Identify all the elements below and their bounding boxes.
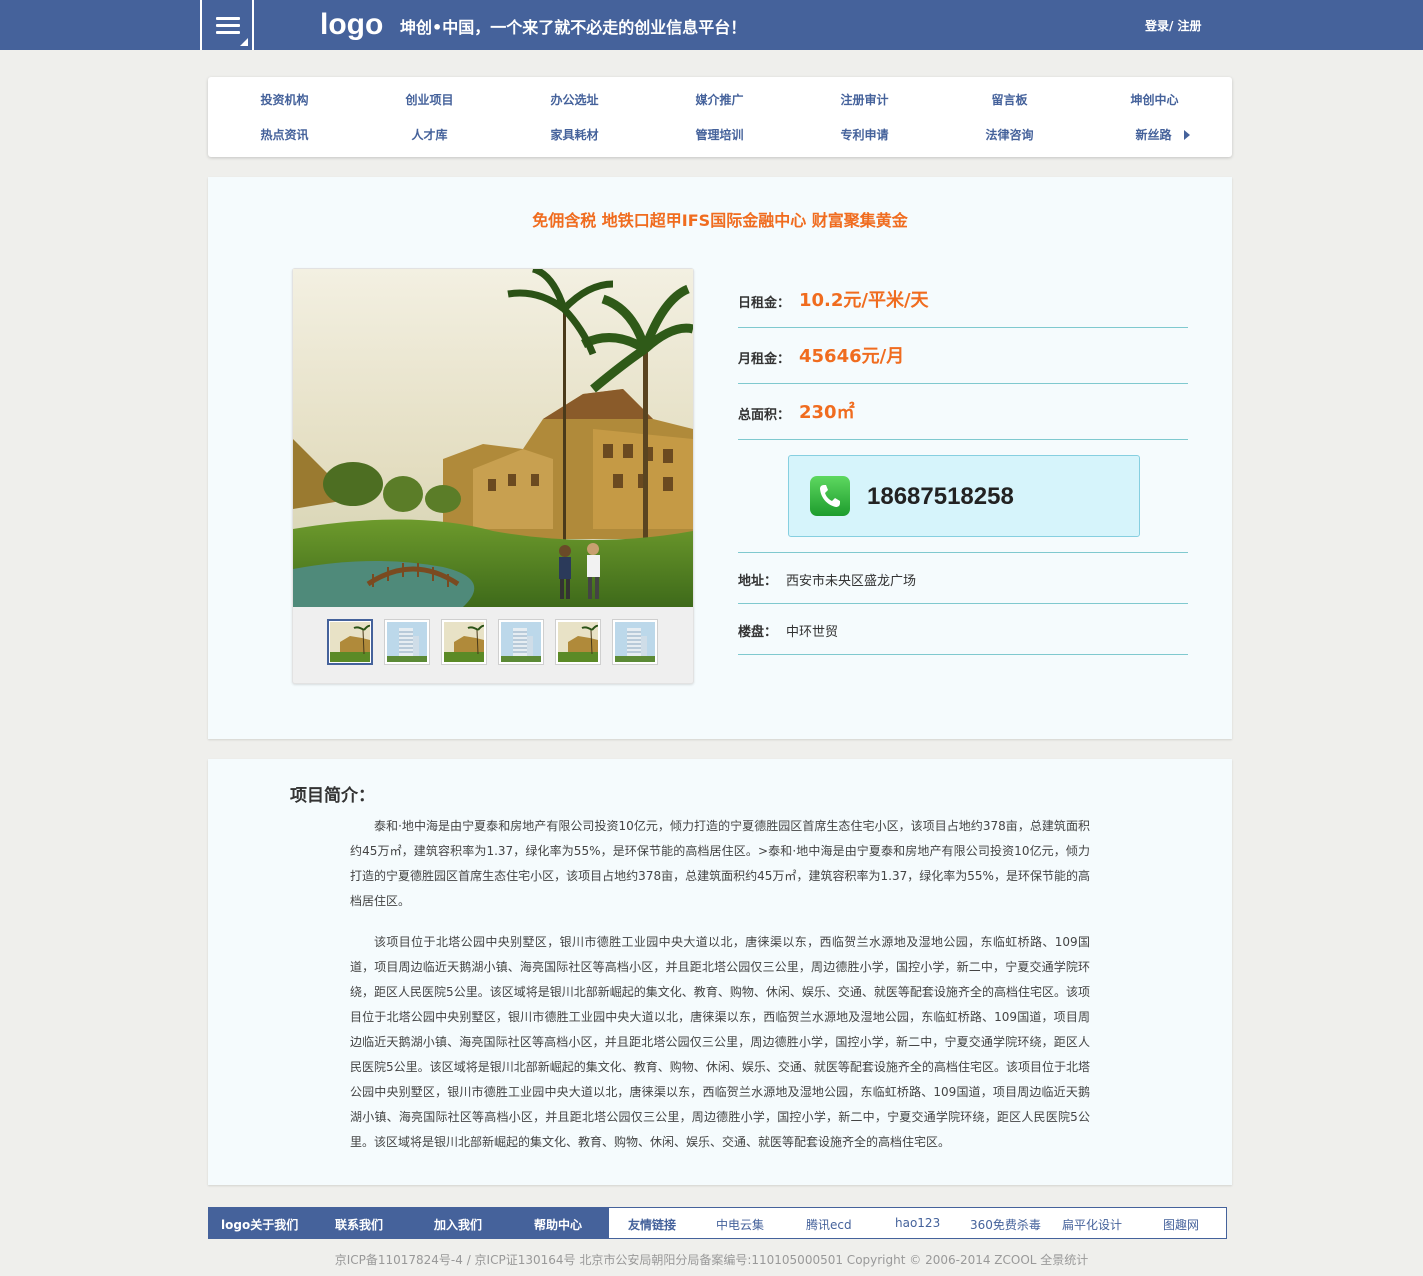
nav-item[interactable]: 热点资讯	[212, 126, 357, 143]
nav-item[interactable]: 管理培训	[647, 126, 792, 143]
menu-button[interactable]	[200, 0, 254, 50]
listing-title: 免佣含税 地铁口超甲IFS国际金融中心 财富聚集黄金	[532, 211, 908, 230]
address-value: 西安市未央区盛龙广场	[786, 574, 917, 589]
intro-paragraph: 该项目位于北塔公园中央别墅区，银川市德胜工业园中央大道以北，唐徕渠以东，西临贺兰…	[350, 935, 1090, 1149]
footer-about-link[interactable]: logo关于我们	[221, 1216, 298, 1233]
friend-link[interactable]: hao123	[895, 1216, 940, 1230]
nav-item-more[interactable]: 新丝路	[1090, 126, 1235, 143]
thumbnail-tower[interactable]	[612, 619, 658, 665]
thumbnail-villa[interactable]	[441, 619, 487, 665]
project-intro-panel: 项目简介： 泰和·地中海是由宁夏泰和房地产有限公司投资10亿元，倾力打造的宁夏德…	[208, 759, 1232, 1185]
copyright-text: 京ICP备11017824号-4 / 京ICP证130164号 北京市公安局朝阳…	[334, 1253, 1089, 1267]
thumbnail-villa[interactable]	[327, 619, 373, 665]
area-row: 总面积： 230㎡	[738, 384, 1188, 440]
nav-item[interactable]: 留言板	[937, 91, 1082, 108]
nav-item[interactable]: 专利申请	[792, 126, 937, 143]
friend-links-label: 友情链接	[628, 1218, 677, 1232]
area-label: 总面积：	[738, 408, 791, 423]
building-row: 楼盘： 中环世贸	[738, 604, 1188, 655]
top-header: logo 坤创•中国，一个来了就不必走的创业信息平台！ 登录/ 注册	[0, 0, 1423, 50]
nav-item[interactable]: 媒介推广	[647, 91, 792, 108]
nav-item[interactable]: 人才库	[357, 126, 502, 143]
nav-item[interactable]: 坤创中心	[1082, 91, 1227, 108]
address-label: 地址：	[738, 574, 778, 589]
thumbnail-tower[interactable]	[498, 619, 544, 665]
site-logo[interactable]: logo	[320, 8, 383, 42]
image-gallery	[292, 268, 694, 684]
login-register-link[interactable]: 登录/ 注册	[1145, 17, 1202, 34]
intro-title: 项目简介：	[290, 786, 375, 806]
listing-detail-panel: 免佣含税 地铁口超甲IFS国际金融中心 财富聚集黄金 日租金： 10.2元/平米…	[208, 177, 1232, 739]
main-property-image[interactable]	[293, 269, 693, 607]
nav-item[interactable]: 法律咨询	[937, 126, 1082, 143]
friend-link[interactable]: 腾讯ecd	[806, 1216, 852, 1233]
nav-item[interactable]: 创业项目	[357, 91, 502, 108]
nav-item[interactable]: 家具耗材	[502, 126, 647, 143]
address-row: 地址： 西安市未央区盛龙广场	[738, 552, 1188, 604]
site-slogan: 坤创•中国，一个来了就不必走的创业信息平台！	[400, 18, 747, 37]
footer-primary-links: logo关于我们 联系我们 加入我们 帮助中心	[209, 1208, 609, 1238]
nav-item-label: 新丝路	[1135, 128, 1172, 142]
corner-triangle-icon	[240, 38, 248, 46]
friend-link[interactable]: 扁平化设计	[1062, 1216, 1122, 1233]
monthly-rent-label: 月租金：	[738, 352, 791, 367]
friend-link[interactable]: 图趣网	[1163, 1216, 1199, 1233]
nav-item[interactable]: 投资机构	[212, 91, 357, 108]
footer-contact-link[interactable]: 联系我们	[335, 1216, 383, 1233]
daily-rent-row: 日租金： 10.2元/平米/天	[738, 273, 1188, 328]
footer-links-bar: logo关于我们 联系我们 加入我们 帮助中心 友情链接 中电云集 腾讯ecd …	[208, 1207, 1227, 1239]
phone-icon	[810, 476, 850, 516]
nav-item[interactable]: 办公选址	[502, 91, 647, 108]
friend-link[interactable]: 中电云集	[716, 1216, 764, 1233]
phone-contact-box[interactable]: 18687518258	[788, 455, 1140, 537]
monthly-rent-value: 45646元/月	[799, 346, 905, 367]
intro-paragraph: 泰和·地中海是由宁夏泰和房地产有限公司投资10亿元，倾力打造的宁夏德胜园区首席生…	[350, 819, 1090, 908]
friend-link[interactable]: 360免费杀毒	[970, 1216, 1041, 1233]
area-value: 230㎡	[799, 402, 855, 423]
chevron-right-icon	[1183, 130, 1190, 140]
nav-item[interactable]: 注册审计	[792, 91, 937, 108]
footer-join-link[interactable]: 加入我们	[434, 1216, 482, 1233]
daily-rent-value: 10.2元/平米/天	[799, 290, 929, 311]
building-label: 楼盘：	[738, 625, 778, 640]
phone-number: 18687518258	[867, 483, 1014, 510]
thumbnail-villa[interactable]	[555, 619, 601, 665]
building-value: 中环世贸	[786, 625, 839, 640]
thumbnail-tower[interactable]	[384, 619, 430, 665]
category-nav: 投资机构 创业项目 办公选址 媒介推广 注册审计 留言板 坤创中心 热点资讯 人…	[208, 77, 1232, 157]
daily-rent-label: 日租金：	[738, 296, 791, 311]
monthly-rent-row: 月租金： 45646元/月	[738, 328, 1188, 384]
footer-help-link[interactable]: 帮助中心	[534, 1216, 582, 1233]
